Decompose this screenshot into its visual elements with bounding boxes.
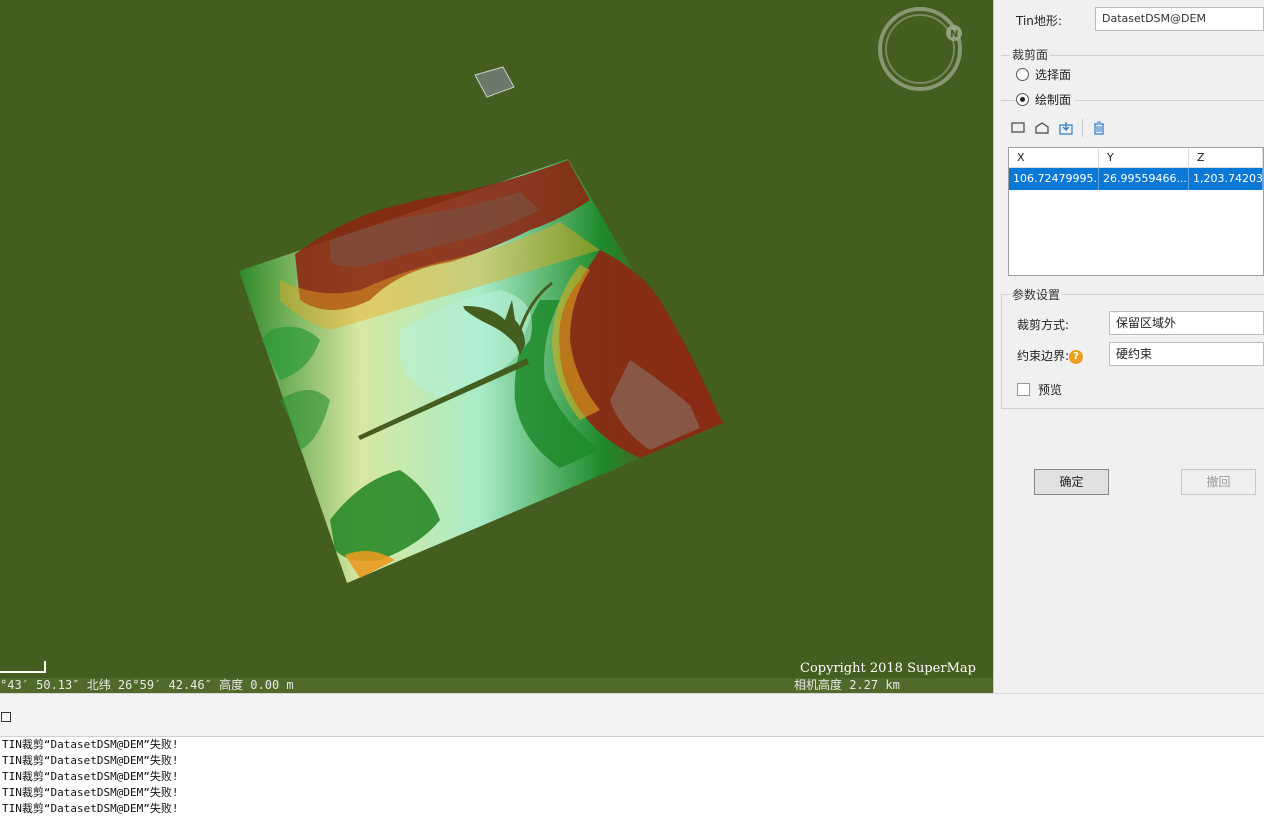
polygon-draw-icon[interactable] xyxy=(1034,120,1050,136)
scale-bar xyxy=(0,661,46,673)
cell-z[interactable]: 1,203.742031... xyxy=(1189,168,1263,190)
compass-icon[interactable]: N xyxy=(876,5,964,93)
import-icon[interactable] xyxy=(1058,120,1074,136)
output-window-icon[interactable] xyxy=(1,712,11,722)
ok-button[interactable]: 确定 xyxy=(1034,469,1109,495)
toolbar-separator xyxy=(1082,119,1083,137)
clip-mode-select[interactable]: 保留区域外 xyxy=(1109,311,1264,335)
vertex-table[interactable]: X Y Z 106.72479995... 26.99559466... 1,2… xyxy=(1008,147,1264,276)
radio-draw-surface-label: 绘制面 xyxy=(1035,93,1072,107)
scene-3d-view[interactable]: N Copyright 2018 SuperMap °43′ 50.13″ 北纬… xyxy=(0,0,993,693)
output-log[interactable]: TIN裁剪“DatasetDSM@DEM”失败! TIN裁剪“DatasetDS… xyxy=(0,737,1264,837)
table-row[interactable]: 106.72479995... 26.99559466... 1,203.742… xyxy=(1009,168,1263,190)
cell-y[interactable]: 26.99559466... xyxy=(1099,168,1189,190)
params-group-title: 参数设置 xyxy=(1010,286,1063,303)
camera-height: 相机高度 2.27 km xyxy=(794,678,900,692)
radio-draw-surface-indicator xyxy=(1016,93,1029,106)
constraint-label-row: 约束边界:? xyxy=(1017,347,1084,364)
cell-x[interactable]: 106.72479995... xyxy=(1009,168,1099,190)
radio-select-surface-indicator xyxy=(1016,68,1029,81)
rectangle-draw-icon[interactable] xyxy=(1010,120,1026,136)
log-line: TIN裁剪“DatasetDSM@DEM”失败! xyxy=(2,770,179,783)
tin-terrain-field[interactable]: DatasetDSM@DEM xyxy=(1095,7,1264,31)
column-header-x[interactable]: X xyxy=(1009,148,1099,168)
output-window-header xyxy=(0,693,1264,737)
copyright-text: Copyright 2018 SuperMap xyxy=(800,661,976,676)
clip-surface-title: 裁剪面 xyxy=(1010,46,1051,63)
radio-draw-surface[interactable]: 绘制面 xyxy=(1016,91,1076,108)
delete-icon[interactable] xyxy=(1091,120,1107,136)
table-header: X Y Z xyxy=(1009,148,1263,168)
undo-button[interactable]: 撤回 xyxy=(1181,469,1256,495)
clip-mode-label: 裁剪方式: xyxy=(1017,318,1070,332)
radio-select-surface-label: 选择面 xyxy=(1035,68,1072,82)
preview-checkbox[interactable]: 预览 xyxy=(1017,381,1062,398)
column-header-y[interactable]: Y xyxy=(1099,148,1189,168)
tin-terrain-label: Tin地形: xyxy=(1016,14,1062,28)
draw-toolbar xyxy=(1010,116,1264,140)
log-line: TIN裁剪“DatasetDSM@DEM”失败! xyxy=(2,802,179,815)
constraint-select[interactable]: 硬约束 xyxy=(1109,342,1264,366)
log-line: TIN裁剪“DatasetDSM@DEM”失败! xyxy=(2,786,179,799)
radio-select-surface[interactable]: 选择面 xyxy=(1016,66,1071,83)
constraint-label: 约束边界: xyxy=(1017,349,1070,363)
preview-checkbox-box xyxy=(1017,383,1030,396)
log-line: TIN裁剪“DatasetDSM@DEM”失败! xyxy=(2,738,179,751)
column-header-z[interactable]: Z xyxy=(1189,148,1263,168)
preview-checkbox-label: 预览 xyxy=(1038,383,1063,397)
cursor-coordinates: °43′ 50.13″ 北纬 26°59′ 42.46″ 高度 0.00 m xyxy=(0,678,294,692)
scene-status-bar: °43′ 50.13″ 北纬 26°59′ 42.46″ 高度 0.00 m 相… xyxy=(0,678,993,693)
terrain-surface xyxy=(239,66,723,583)
svg-text:N: N xyxy=(950,29,958,40)
help-icon[interactable]: ? xyxy=(1069,349,1084,364)
distant-tile xyxy=(474,66,515,98)
log-line: TIN裁剪“DatasetDSM@DEM”失败! xyxy=(2,754,179,767)
